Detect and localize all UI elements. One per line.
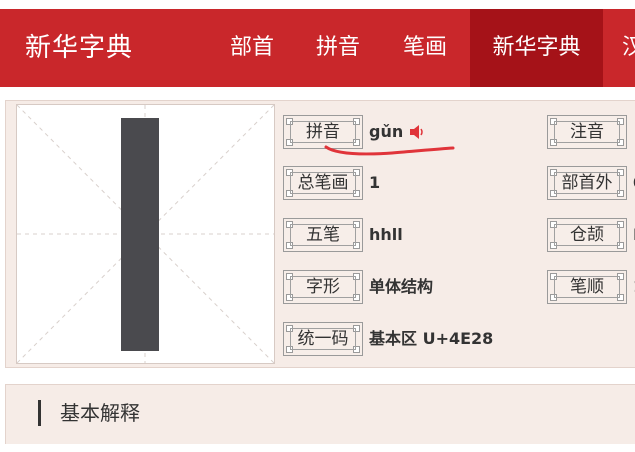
vertical-stroke-glyph-icon [17,105,274,363]
section-title-basic: 基本解释 [60,401,140,425]
label-unicode: 统一码 [283,322,363,356]
label-zixing: 字形 [283,270,363,304]
nav-item-bihua[interactable]: 笔画 [403,9,447,87]
value-unicode: 基本区 U+4E28 [369,329,494,348]
nav-item-han[interactable]: 汉 [622,9,635,87]
speaker-icon[interactable] [408,124,426,140]
section-accent-bar [38,400,41,426]
label-total-strokes: 总笔画 [283,166,363,200]
top-nav-bar: 新华字典 部首 拼音 笔画 新华字典 汉 [0,9,635,87]
label-wubi: 五笔 [283,218,363,252]
site-logo[interactable]: 新华字典 [25,9,133,87]
label-bishun: 笔顺 [547,270,627,304]
label-zhuyin: 注音 [547,115,627,149]
label-bushou-wai: 部首外 [547,166,627,200]
value-total-strokes: 1 [369,173,381,192]
value-zixing: 单体结构 [369,277,434,296]
label-cangjie: 仓颉 [547,218,627,252]
glyph-display-box [16,104,275,364]
nav-item-xinhua-active[interactable]: 新华字典 [470,9,603,87]
red-annotation-underline [324,145,455,156]
nav-item-pinyin[interactable]: 拼音 [316,9,360,87]
nav-item-bushou[interactable]: 部首 [230,9,274,87]
value-wubi: hhll [369,225,403,244]
